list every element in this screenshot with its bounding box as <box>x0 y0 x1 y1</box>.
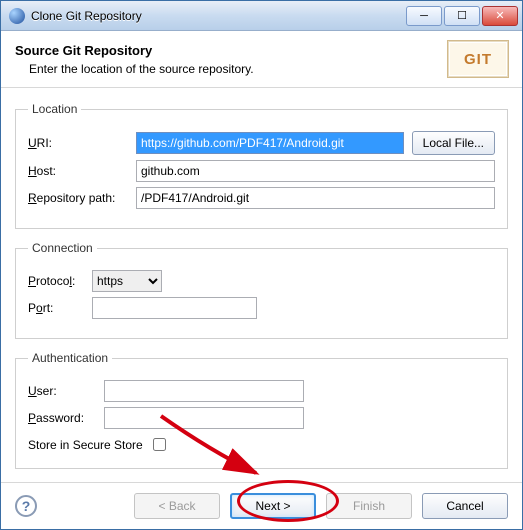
port-label: Port: <box>28 301 84 315</box>
user-input[interactable] <box>104 380 304 402</box>
minimize-button[interactable]: ─ <box>406 6 442 26</box>
window-title: Clone Git Repository <box>31 9 406 23</box>
host-label: Host: <box>28 164 128 178</box>
password-label: Password: <box>28 411 96 425</box>
help-icon[interactable]: ? <box>15 495 37 517</box>
wizard-header: Source Git Repository Enter the location… <box>1 31 522 88</box>
close-button[interactable]: ✕ <box>482 6 518 26</box>
store-secure-checkbox[interactable] <box>153 438 166 451</box>
app-icon <box>9 8 25 24</box>
cancel-button[interactable]: Cancel <box>422 493 508 519</box>
button-bar: ? < Back Next > Finish Cancel <box>1 482 522 529</box>
location-legend: Location <box>28 102 81 116</box>
dialog-content: Location URI: Local File... Host: Reposi… <box>1 88 522 482</box>
store-secure-label: Store in Secure Store <box>28 438 143 452</box>
host-input[interactable] <box>136 160 495 182</box>
port-input[interactable] <box>92 297 257 319</box>
uri-input[interactable] <box>136 132 404 154</box>
repo-path-label: Repository path: <box>28 191 128 205</box>
next-button[interactable]: Next > <box>230 493 316 519</box>
auth-group: Authentication User: Password: Store in … <box>15 351 508 469</box>
maximize-button[interactable]: ☐ <box>444 6 480 26</box>
back-button: < Back <box>134 493 220 519</box>
finish-button: Finish <box>326 493 412 519</box>
user-label: User: <box>28 384 96 398</box>
titlebar[interactable]: Clone Git Repository ─ ☐ ✕ <box>1 1 522 31</box>
connection-legend: Connection <box>28 241 97 255</box>
page-title: Source Git Repository <box>15 43 448 58</box>
git-icon: GIT <box>448 41 508 77</box>
location-group: Location URI: Local File... Host: Reposi… <box>15 102 508 229</box>
local-file-button[interactable]: Local File... <box>412 131 495 155</box>
password-input[interactable] <box>104 407 304 429</box>
protocol-label: Protocol: <box>28 274 84 288</box>
connection-group: Connection Protocol: https Port: <box>15 241 508 339</box>
page-subtitle: Enter the location of the source reposit… <box>29 62 448 76</box>
uri-label: URI: <box>28 136 128 150</box>
window-controls: ─ ☐ ✕ <box>406 6 522 26</box>
protocol-select[interactable]: https <box>92 270 162 292</box>
auth-legend: Authentication <box>28 351 112 365</box>
dialog-window: Clone Git Repository ─ ☐ ✕ Source Git Re… <box>0 0 523 530</box>
repo-path-input[interactable] <box>136 187 495 209</box>
